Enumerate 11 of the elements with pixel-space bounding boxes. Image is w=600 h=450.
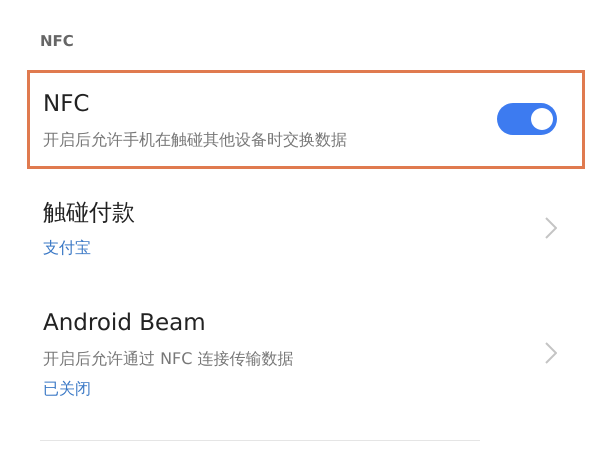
chevron-icon	[545, 342, 557, 364]
section-header: NFC	[39, 31, 75, 52]
setting-value: 已关闭	[43, 378, 92, 400]
setting-description: 开启后允许手机在触碰其他设备时交换数据	[43, 128, 347, 150]
setting-value: 支付宝	[43, 237, 92, 259]
chevron-icon	[545, 216, 557, 239]
setting-title: NFC	[43, 90, 90, 119]
toggle-switch[interactable]	[497, 103, 557, 136]
setting-title: Android Beam	[43, 309, 207, 338]
setting-title: 触碰付款	[43, 198, 135, 228]
setting-description: 开启后允许通过 NFC 连接传输数据	[43, 348, 294, 370]
